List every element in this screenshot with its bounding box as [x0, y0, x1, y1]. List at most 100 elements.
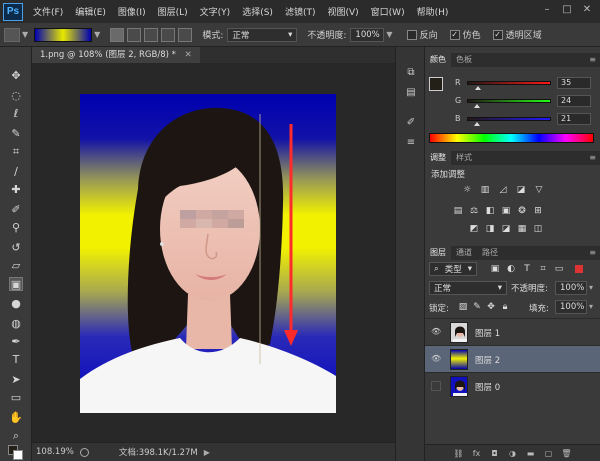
opacity-input[interactable]: 100% — [350, 27, 385, 42]
tab-styles[interactable]: 样式 — [451, 151, 477, 165]
panel-menu-icon[interactable]: ≡ — [589, 53, 596, 67]
new-layer-icon[interactable]: ▢ — [543, 448, 554, 459]
fill-input[interactable]: 100% — [555, 300, 587, 314]
blue-thumb[interactable] — [474, 122, 480, 126]
clone-stamp-tool-icon[interactable]: ⚲ — [9, 221, 23, 235]
eyedropper-tool-icon[interactable]: ∕ — [9, 165, 23, 179]
layer-row[interactable]: 👁︎ 图层 1 — [425, 318, 600, 345]
chevron-down-icon[interactable]: ▼ — [94, 30, 100, 39]
linear-gradient-button[interactable] — [110, 27, 125, 42]
lock-transparency-icon[interactable]: ▨ — [457, 302, 469, 312]
posterize-icon[interactable]: ◨ — [484, 224, 496, 234]
filter-type-icon[interactable]: T — [521, 264, 533, 274]
green-value[interactable]: 24 — [557, 95, 591, 107]
threshold-icon[interactable]: ◪ — [500, 224, 512, 234]
chevron-down-icon[interactable]: ▾ — [589, 302, 593, 311]
color-balance-icon[interactable]: ⚖ — [468, 206, 480, 216]
lock-all-icon[interactable]: 🔒︎ — [499, 302, 511, 312]
lasso-tool-icon[interactable]: ℓ — [9, 107, 23, 121]
black-white-icon[interactable]: ◧ — [484, 206, 496, 216]
new-group-icon[interactable]: ▬ — [525, 448, 536, 459]
filter-toggle-icon[interactable] — [575, 265, 583, 273]
menu-window[interactable]: 窗口(W) — [371, 5, 405, 18]
curves-icon[interactable]: ◿ — [497, 185, 509, 195]
menu-help[interactable]: 帮助(H) — [417, 5, 449, 18]
menu-file[interactable]: 文件(F) — [33, 5, 63, 18]
panel-menu-icon[interactable]: ≡ — [589, 151, 596, 165]
selective-color-icon[interactable]: ◫ — [532, 224, 544, 234]
menu-edit[interactable]: 编辑(E) — [75, 5, 106, 18]
brightness-contrast-icon[interactable]: ☼ — [461, 185, 473, 195]
channel-mixer-icon[interactable]: ❂ — [516, 206, 528, 216]
menu-layer[interactable]: 图层(L) — [158, 5, 188, 18]
color-lookup-icon[interactable]: ⊞ — [532, 206, 544, 216]
tab-layers[interactable]: 图层 — [425, 246, 451, 260]
tab-swatches[interactable]: 色板 — [451, 53, 477, 67]
blur-tool-icon[interactable]: ● — [9, 297, 23, 311]
close-icon[interactable]: ✕ — [580, 3, 594, 17]
menu-filter[interactable]: 滤镜(T) — [285, 5, 316, 18]
layer-style-icon[interactable]: fx — [471, 448, 482, 459]
chevron-right-icon[interactable]: ▶ — [204, 448, 210, 457]
reflected-gradient-button[interactable] — [161, 27, 176, 42]
tab-adjustments[interactable]: 调整 — [425, 151, 451, 165]
green-thumb[interactable] — [474, 104, 480, 108]
lock-position-icon[interactable]: ✥ — [485, 302, 497, 312]
blue-track[interactable] — [467, 117, 551, 121]
menu-image[interactable]: 图像(I) — [118, 5, 146, 18]
type-tool-icon[interactable]: T — [9, 353, 23, 367]
dodge-tool-icon[interactable]: ◍ — [9, 317, 23, 331]
photo-filter-icon[interactable]: ▣ — [500, 206, 512, 216]
filter-smart-object-icon[interactable]: ▭ — [553, 264, 565, 274]
levels-icon[interactable]: ▥ — [479, 185, 491, 195]
properties-panel-icon[interactable]: ▤ — [405, 87, 417, 99]
color-spectrum[interactable] — [429, 133, 594, 143]
history-brush-tool-icon[interactable]: ↺ — [9, 241, 23, 255]
zoom-tool-icon[interactable]: ⌕ — [9, 429, 23, 443]
blue-slider[interactable]: B 21 — [455, 113, 595, 126]
diamond-gradient-button[interactable] — [178, 27, 193, 42]
tab-paths[interactable]: 路径 — [477, 246, 503, 260]
foreground-color-swatch[interactable] — [429, 77, 443, 91]
menu-view[interactable]: 视图(V) — [327, 5, 358, 18]
lock-pixels-icon[interactable]: ✎ — [471, 302, 483, 312]
healing-brush-tool-icon[interactable]: ✚ — [9, 183, 23, 197]
exposure-icon[interactable]: ◪ — [515, 185, 527, 195]
green-track[interactable] — [467, 99, 551, 103]
transparency-checkbox[interactable]: ✓ — [492, 29, 503, 40]
blend-mode-select[interactable]: 正常 ▾ — [429, 281, 507, 295]
red-value[interactable]: 35 — [557, 77, 591, 89]
link-layers-icon[interactable]: ⛓︎ — [453, 448, 464, 459]
move-tool-icon[interactable]: ✥ — [9, 69, 23, 83]
background-color-swatch[interactable] — [13, 450, 23, 460]
reverse-checkbox[interactable] — [406, 29, 417, 40]
minimize-icon[interactable]: – — [540, 3, 554, 17]
red-slider[interactable]: R 35 — [455, 77, 595, 90]
tab-channels[interactable]: 通道 — [451, 246, 477, 260]
crop-tool-icon[interactable]: ⌗ — [9, 145, 23, 159]
dither-checkbox[interactable]: ✓ — [449, 29, 460, 40]
panel-menu-icon[interactable]: ≡ — [589, 246, 596, 260]
quick-select-tool-icon[interactable]: ✎ — [9, 127, 23, 141]
tab-color[interactable]: 颜色 — [425, 53, 451, 67]
layer-row[interactable]: 👁︎ 图层 2 — [425, 345, 600, 372]
red-track[interactable] — [467, 81, 551, 85]
eye-icon[interactable]: 👁︎ — [431, 327, 441, 337]
chevron-down-icon[interactable]: ▼ — [386, 30, 392, 39]
info-icon[interactable] — [79, 447, 89, 457]
layer-row[interactable]: 图层 0 — [425, 372, 600, 399]
layer-filter-select[interactable]: ⌕ 类型 ▾ — [429, 262, 477, 276]
eye-hidden-icon[interactable] — [431, 381, 441, 391]
zoom-level[interactable]: 108.19% — [36, 447, 74, 457]
vibrance-icon[interactable]: ▽ — [533, 185, 545, 195]
layer-opacity-input[interactable]: 100% — [555, 281, 587, 295]
hue-saturation-icon[interactable]: ▤ — [452, 206, 464, 216]
history-panel-icon[interactable]: ⧉ — [405, 67, 417, 79]
delete-layer-icon[interactable]: 🗑︎ — [561, 448, 572, 459]
maximize-icon[interactable]: □ — [560, 3, 574, 17]
brush-presets-icon[interactable]: ≡ — [405, 137, 417, 149]
gradient-tool-icon[interactable]: ▣ — [9, 277, 23, 291]
brush-panel-icon[interactable]: ✐ — [405, 117, 417, 129]
rectangle-tool-icon[interactable]: ▭ — [9, 391, 23, 405]
document-tab[interactable]: 1.png @ 108% (图层 2, RGB/8) * ✕ — [32, 47, 200, 63]
